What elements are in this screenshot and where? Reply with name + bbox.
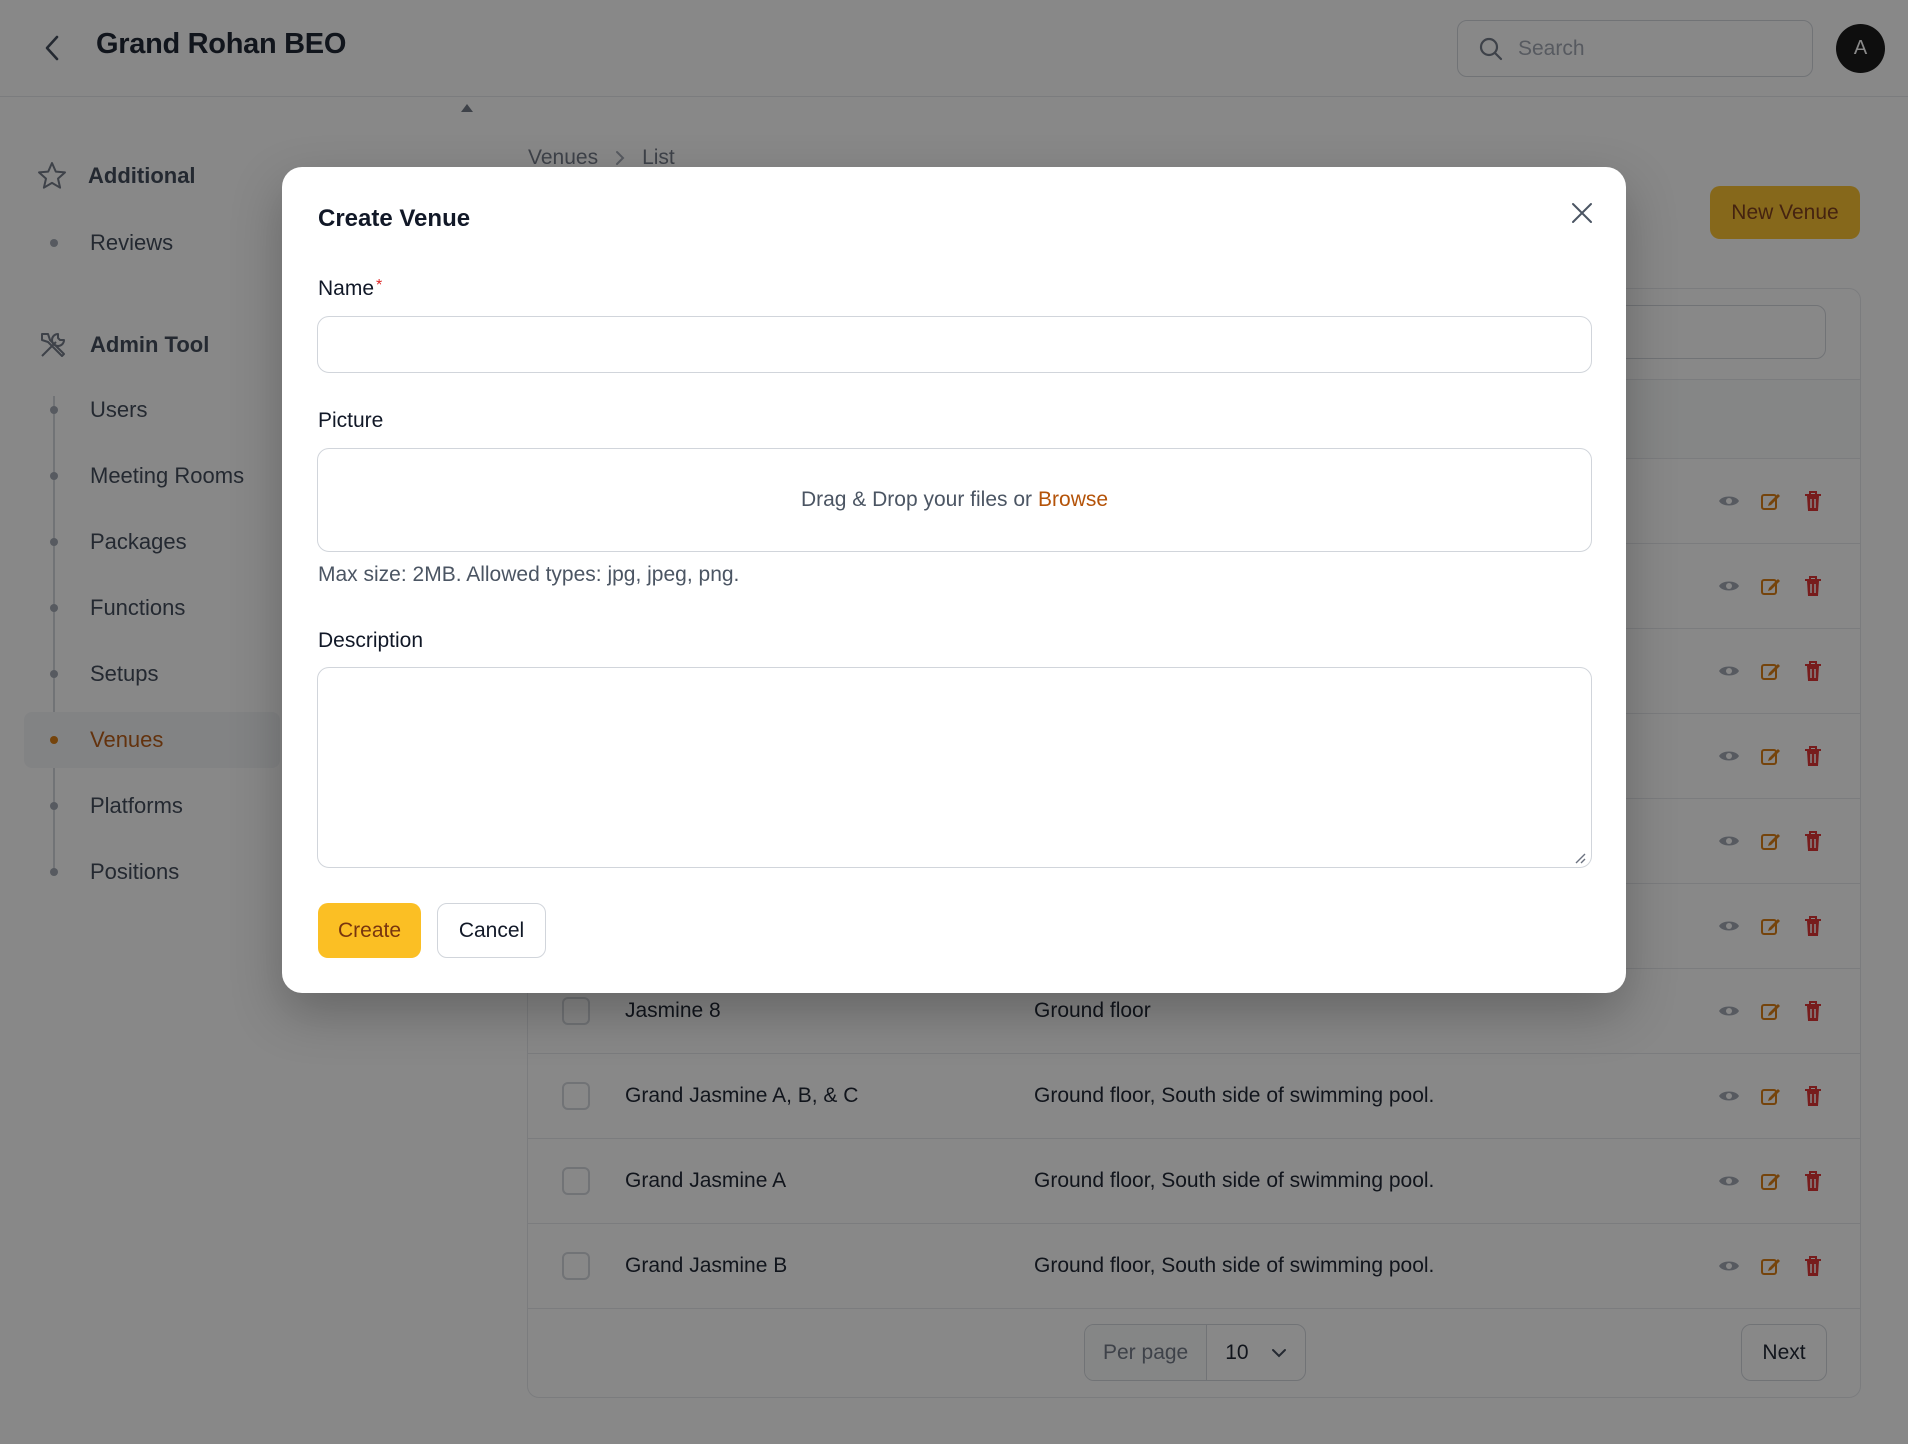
cancel-button[interactable]: Cancel <box>437 903 546 958</box>
description-field-label: Description <box>318 629 424 652</box>
modal-title: Create Venue <box>318 205 471 232</box>
browse-link[interactable]: Browse <box>1038 488 1108 512</box>
dropzone-text: Drag & Drop your files or <box>800 488 1033 511</box>
name-label-text: Name <box>318 277 375 300</box>
picture-dropzone[interactable]: Drag & Drop your files or Browse <box>317 448 1592 552</box>
close-button[interactable] <box>1564 195 1600 231</box>
required-mark: * <box>376 277 383 294</box>
name-field-label: Name * <box>318 277 382 301</box>
description-textarea[interactable] <box>317 667 1592 868</box>
picture-hint: Max size: 2MB. Allowed types: jpg, jpeg,… <box>318 563 740 586</box>
picture-field-label: Picture <box>318 409 384 432</box>
create-venue-modal: Create Venue Name * Picture Drag & Drop y… <box>282 167 1626 993</box>
name-input[interactable] <box>317 316 1592 373</box>
resize-grip-icon[interactable] <box>1574 852 1586 864</box>
create-button[interactable]: Create <box>318 903 421 958</box>
close-icon <box>1572 203 1592 223</box>
